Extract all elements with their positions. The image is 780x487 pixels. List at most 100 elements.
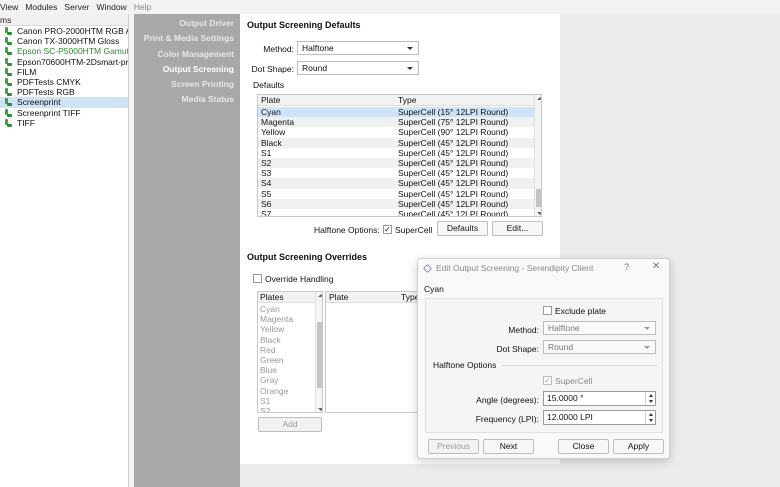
table-row[interactable]: Cyan SuperCell (15° 12LPI Round) xyxy=(258,107,534,118)
exclude-plate-checkbox[interactable] xyxy=(543,306,552,315)
table-row[interactable]: S6 SuperCell (45° 12LPI Round) xyxy=(258,198,534,209)
close-icon[interactable]: ✕ xyxy=(652,261,660,272)
table-row[interactable]: S5 SuperCell (45° 12LPI Round) xyxy=(258,189,534,199)
plate-label: Blue xyxy=(260,365,278,376)
menu-server[interactable]: Server xyxy=(64,2,89,12)
printer-item[interactable]: PDFTests CMYK xyxy=(0,77,128,87)
angle-spinbox[interactable]: 15.0000 ° xyxy=(543,391,656,406)
chevron-down-icon xyxy=(407,47,413,50)
scroll-thumb[interactable] xyxy=(536,189,541,207)
spin-divider xyxy=(645,411,646,424)
next-button[interactable]: Next xyxy=(483,439,534,454)
printer-item[interactable]: Screenprint TIFF xyxy=(0,108,128,118)
scroll-up-icon[interactable] xyxy=(537,97,541,100)
scroll-up-icon[interactable] xyxy=(318,294,322,297)
add-button[interactable]: Add xyxy=(258,417,322,432)
type-cell: SuperCell (45° 12LPI Round) xyxy=(398,188,509,199)
nav-item[interactable]: Screen Printing xyxy=(134,77,240,92)
nav-item[interactable]: Media Status xyxy=(134,92,240,107)
type-cell: SuperCell (90° 12LPI Round) xyxy=(398,127,509,138)
menu-help[interactable]: Help xyxy=(134,2,151,12)
dialog-method-combo[interactable]: Halftone xyxy=(543,321,656,335)
printer-item-label: Epson SC-P5000HTM GamutPr xyxy=(17,46,128,57)
plates-header: Plates xyxy=(258,292,315,303)
list-item[interactable]: Magenta xyxy=(258,314,315,324)
previous-button[interactable]: Previous xyxy=(428,439,479,454)
printer-item[interactable]: FILM xyxy=(0,67,128,77)
list-item[interactable]: Green xyxy=(258,355,315,365)
list-item[interactable]: Red xyxy=(258,345,315,355)
plate-label: Yellow xyxy=(260,324,285,335)
method-value: Halftone xyxy=(302,43,334,53)
printer-item[interactable]: Canon PRO-2000HTM RGB Arc xyxy=(0,26,128,36)
defaults-table-header: Plate Type xyxy=(258,95,534,106)
printer-item[interactable]: Epson70600HTM-2Dsmart-pro xyxy=(0,57,128,67)
spin-divider xyxy=(645,392,646,405)
nav-item[interactable]: Color Management xyxy=(134,47,240,62)
plates-scrollbar[interactable] xyxy=(315,292,322,412)
type-cell: SuperCell (45° 12LPI Round) xyxy=(398,147,509,158)
defaults-scrollbar[interactable] xyxy=(534,95,541,216)
list-item[interactable]: Orange xyxy=(258,386,315,396)
list-item[interactable]: S1 xyxy=(258,396,315,406)
table-row[interactable]: S4 SuperCell (45° 12LPI Round) xyxy=(258,178,534,189)
spin-up-icon[interactable] xyxy=(649,413,653,416)
printer-item[interactable]: PDFTests RGB xyxy=(0,87,128,97)
plate-label: Green xyxy=(260,355,284,365)
dialog-title: Edit Output Screening - Serendipity Clie… xyxy=(436,263,594,273)
scroll-thumb[interactable] xyxy=(317,322,322,388)
override-label: Override Handling xyxy=(265,274,334,284)
printer-item[interactable]: Screenprint xyxy=(0,97,128,108)
printer-item[interactable]: Epson SC-P5000HTM GamutPr xyxy=(0,46,128,56)
apply-button[interactable]: Apply xyxy=(613,439,664,454)
list-item[interactable]: Black xyxy=(258,335,315,345)
scroll-down-icon[interactable] xyxy=(537,212,541,215)
col-plates: Plates xyxy=(260,292,284,302)
dialog-dotshape-combo[interactable]: Round xyxy=(543,340,656,354)
list-item[interactable]: Cyan xyxy=(258,304,315,314)
override-checkbox[interactable] xyxy=(253,274,262,283)
list-item[interactable]: Yellow xyxy=(258,324,315,334)
help-icon[interactable]: ? xyxy=(624,262,629,272)
table-row[interactable]: Yellow SuperCell (90° 12LPI Round) xyxy=(258,127,534,137)
supercell-checkbox[interactable]: ✓ xyxy=(383,225,392,234)
edit-button[interactable]: Edit... xyxy=(492,221,543,236)
scroll-down-icon[interactable] xyxy=(318,408,322,411)
printer-status-icon xyxy=(5,88,12,97)
nav-item[interactable]: Output Driver xyxy=(134,16,240,31)
spin-down-icon[interactable] xyxy=(649,400,653,403)
close-button[interactable]: Close xyxy=(558,439,609,454)
type-cell: SuperCell (45° 12LPI Round) xyxy=(398,168,509,179)
table-row[interactable]: S7 SuperCell (45° 12LPI Round) xyxy=(258,209,534,217)
spin-down-icon[interactable] xyxy=(649,419,653,422)
menu-view[interactable]: View xyxy=(0,2,18,12)
plate-label: Black xyxy=(260,334,281,345)
dialog-supercell-checkbox[interactable]: ✓ xyxy=(543,376,552,385)
table-row[interactable]: S2 SuperCell (45° 12LPI Round) xyxy=(258,158,534,169)
table-row[interactable]: S1 SuperCell (45° 12LPI Round) xyxy=(258,148,534,158)
spin-up-icon[interactable] xyxy=(649,394,653,397)
dotshape-combo[interactable]: Round xyxy=(297,61,419,75)
table-row[interactable]: S3 SuperCell (45° 12LPI Round) xyxy=(258,168,534,178)
nav-item[interactable]: Output Screening xyxy=(134,62,240,77)
list-item[interactable]: Blue xyxy=(258,365,315,375)
printer-item[interactable]: Canon TX-3000HTM Gloss xyxy=(0,36,128,46)
nav-item[interactable]: Print & Media Settings xyxy=(134,31,240,46)
frequency-spinbox[interactable]: 12.0000 LPI xyxy=(543,410,656,425)
printer-item[interactable]: TIFF xyxy=(0,118,128,128)
type-cell: SuperCell (45° 12LPI Round) xyxy=(398,137,509,148)
defaults-button[interactable]: Defaults xyxy=(437,221,488,236)
type-cell: SuperCell (45° 12LPI Round) xyxy=(398,178,509,189)
table-row[interactable]: Black SuperCell (45° 12LPI Round) xyxy=(258,137,534,148)
method-combo[interactable]: Halftone xyxy=(297,41,419,55)
plates-list: Plates Cyan Magenta Yellow Black Red Green Blu… xyxy=(257,291,323,413)
type-cell: SuperCell (45° 12LPI Round) xyxy=(398,209,509,217)
menu-window[interactable]: Window xyxy=(96,2,126,12)
list-item[interactable]: S2 xyxy=(258,406,315,412)
printer-list-header: ms xyxy=(0,14,128,26)
type-cell: SuperCell (45° 12LPI Round) xyxy=(398,198,509,209)
menu-modules[interactable]: Modules xyxy=(25,2,57,12)
list-item[interactable]: Gray xyxy=(258,375,315,385)
printer-status-icon xyxy=(5,108,12,117)
table-row[interactable]: Magenta SuperCell (75° 12LPI Round) xyxy=(258,117,534,128)
